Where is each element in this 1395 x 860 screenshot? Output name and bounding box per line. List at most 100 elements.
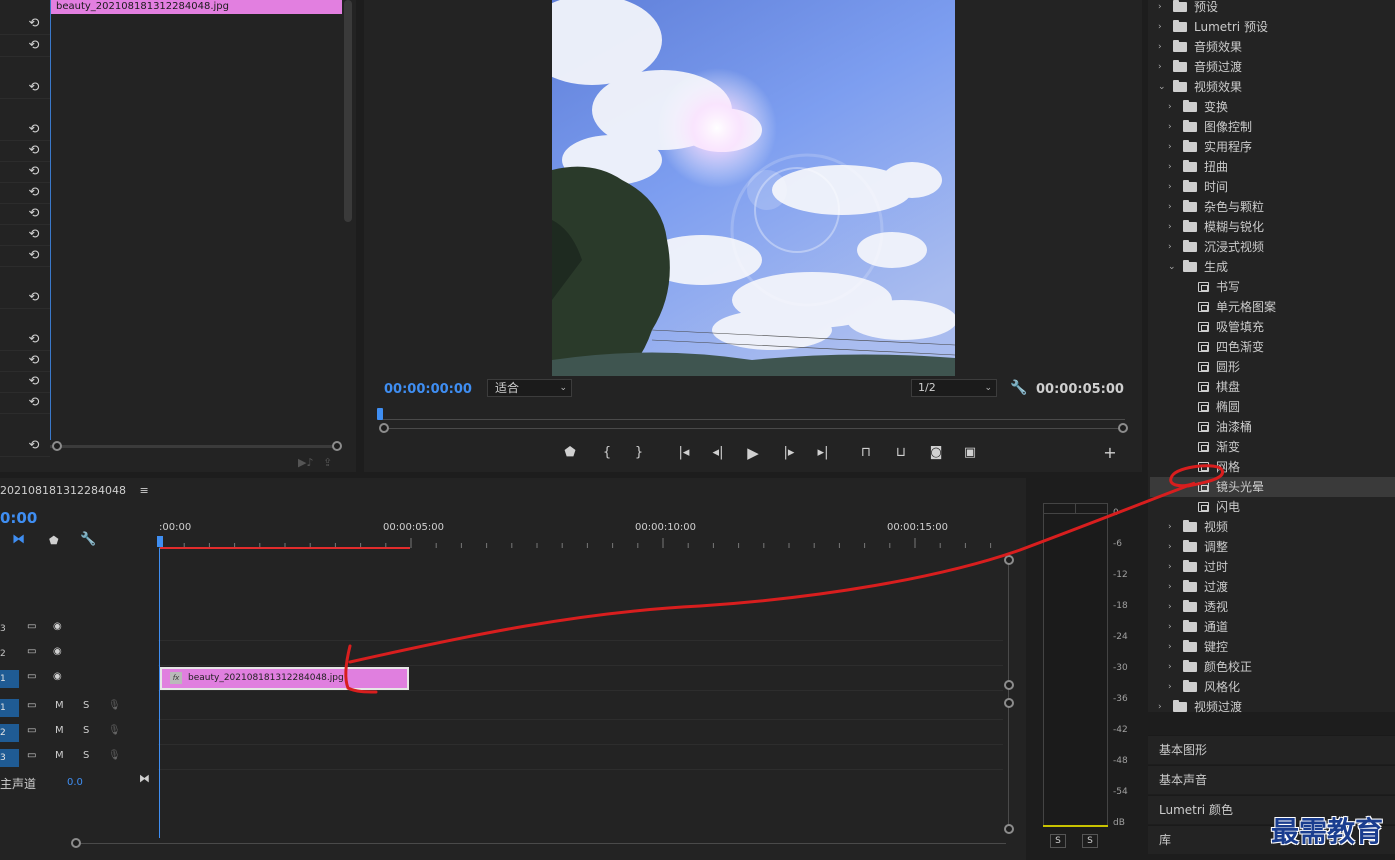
- solo-button[interactable]: S: [83, 725, 89, 736]
- effects-folder[interactable]: › 图像控制: [1150, 117, 1395, 137]
- snap-icon[interactable]: ⧓: [12, 532, 25, 547]
- sync-lock-icon[interactable]: ▭: [27, 725, 36, 736]
- effects-folder[interactable]: ⌄ 视频效果: [1150, 77, 1395, 97]
- scroll-handle-right[interactable]: [332, 441, 342, 451]
- program-monitor-video-frame[interactable]: [552, 0, 955, 376]
- timeline-vertical-scrollbar[interactable]: [1008, 560, 1009, 828]
- solo-button[interactable]: S: [83, 700, 89, 711]
- chevron-right-icon[interactable]: ›: [1158, 697, 1162, 717]
- chevron-right-icon[interactable]: ›: [1168, 557, 1172, 577]
- track-target-a2[interactable]: 2: [0, 724, 19, 742]
- track-row-v3[interactable]: 3 ▭ ◉: [0, 617, 1003, 641]
- timeline-timecode[interactable]: 0:00: [0, 509, 37, 527]
- track-target-v3[interactable]: 3: [0, 620, 19, 638]
- vscroll-handle-mid[interactable]: [1004, 680, 1014, 690]
- solo-right-button[interactable]: S: [1082, 834, 1098, 848]
- reset-icon[interactable]: ⟲: [26, 143, 42, 159]
- effects-folder[interactable]: › 调整: [1150, 537, 1395, 557]
- chevron-right-icon[interactable]: ›: [1158, 37, 1162, 57]
- master-volume-value[interactable]: 0.0: [67, 777, 83, 788]
- effect-item[interactable]: 单元格图案: [1150, 297, 1395, 317]
- effects-folder[interactable]: › 实用程序: [1150, 137, 1395, 157]
- reset-icon[interactable]: ⟲: [26, 374, 42, 390]
- track-row-a2[interactable]: 2 ▭ M S 🎙: [0, 721, 1003, 745]
- camera-icon[interactable]: ◙: [926, 444, 946, 462]
- resolution-dropdown[interactable]: 1/2 ⌄: [911, 379, 997, 397]
- effects-folder[interactable]: › 音频效果: [1150, 37, 1395, 57]
- track-target-v1[interactable]: 1: [0, 670, 19, 688]
- chevron-right-icon[interactable]: ›: [1168, 657, 1172, 677]
- effects-folder[interactable]: › 风格化: [1150, 677, 1395, 697]
- effect-item[interactable]: 椭圆: [1150, 397, 1395, 417]
- effects-folder[interactable]: › 过时: [1150, 557, 1395, 577]
- reset-icon[interactable]: ⟲: [26, 290, 42, 306]
- chevron-right-icon[interactable]: ›: [1168, 517, 1172, 537]
- scroll-handle-left[interactable]: [52, 441, 62, 451]
- program-current-timecode[interactable]: 00:00:00:00: [384, 382, 472, 397]
- program-zoom-scrollbar[interactable]: [385, 428, 1121, 429]
- chevron-right-icon[interactable]: ›: [1158, 17, 1162, 37]
- effects-folder[interactable]: ⌄ 生成: [1150, 257, 1395, 277]
- mute-button[interactable]: M: [55, 750, 64, 761]
- effect-controls-clip-bar[interactable]: beauty_202108181312284048.jpg: [51, 0, 342, 14]
- reset-icon[interactable]: ⟲: [26, 122, 42, 138]
- effect-controls-horizontal-scrollbar[interactable]: [50, 445, 340, 448]
- sequence-tab[interactable]: 202108181312284048 ≡: [0, 484, 149, 497]
- vscroll-handle-mid2[interactable]: [1004, 698, 1014, 708]
- dock-tab-essential-sound[interactable]: 基本声音: [1148, 765, 1395, 794]
- effect-item[interactable]: 镜头光晕: [1150, 477, 1395, 497]
- track-row-a1[interactable]: 1 ▭ M S 🎙: [0, 696, 1003, 720]
- chevron-right-icon[interactable]: ›: [1168, 177, 1172, 197]
- chevron-down-icon[interactable]: ⌄: [1168, 257, 1176, 277]
- microphone-icon[interactable]: 🎙: [108, 700, 121, 711]
- mark-in-icon[interactable]: {: [597, 444, 617, 462]
- effects-folder[interactable]: › 预设: [1150, 0, 1395, 17]
- chevron-right-icon[interactable]: ›: [1168, 97, 1172, 117]
- effects-folder[interactable]: › 扭曲: [1150, 157, 1395, 177]
- menu-icon[interactable]: ≡: [139, 484, 148, 497]
- reset-icon[interactable]: ⟲: [26, 16, 42, 32]
- compare-icon[interactable]: ▣: [960, 444, 980, 462]
- effect-item[interactable]: 四色渐变: [1150, 337, 1395, 357]
- effects-folder[interactable]: › 时间: [1150, 177, 1395, 197]
- effects-folder[interactable]: › 杂色与颗粒: [1150, 197, 1395, 217]
- track-target-v2[interactable]: 2: [0, 645, 19, 663]
- vscroll-handle-top[interactable]: [1004, 555, 1014, 565]
- reset-icon[interactable]: ⟲: [26, 227, 42, 243]
- chevron-right-icon[interactable]: ›: [1168, 117, 1172, 137]
- effects-folder[interactable]: › 沉浸式视频: [1150, 237, 1395, 257]
- hscroll-handle-left[interactable]: [71, 838, 81, 848]
- effect-item[interactable]: 棋盘: [1150, 377, 1395, 397]
- track-row-v2[interactable]: 2 ▭ ◉: [0, 642, 1003, 666]
- sync-lock-icon[interactable]: ▭: [27, 750, 36, 761]
- marker-icon[interactable]: ⬟: [560, 444, 580, 462]
- reset-icon[interactable]: ⟲: [26, 164, 42, 180]
- eye-icon[interactable]: ◉: [53, 646, 62, 657]
- microphone-icon[interactable]: 🎙: [108, 725, 121, 736]
- track-row-v1[interactable]: 1 ▭ ◉: [0, 667, 1003, 691]
- track-target-a1[interactable]: 1: [0, 699, 19, 717]
- effects-folder[interactable]: › 视频: [1150, 517, 1395, 537]
- go-to-out-icon[interactable]: ▸|: [813, 444, 833, 462]
- program-time-ruler[interactable]: [380, 412, 1125, 420]
- reset-icon[interactable]: ⟲: [26, 248, 42, 264]
- chevron-right-icon[interactable]: ›: [1168, 617, 1172, 637]
- export-icon[interactable]: ⇪: [323, 456, 332, 469]
- reset-icon[interactable]: ⟲: [26, 332, 42, 348]
- vscroll-handle-bottom[interactable]: [1004, 824, 1014, 834]
- zoom-handle-right[interactable]: [1118, 423, 1128, 433]
- solo-left-button[interactable]: S: [1050, 834, 1066, 848]
- chevron-right-icon[interactable]: ›: [1168, 217, 1172, 237]
- chevron-right-icon[interactable]: ›: [1168, 637, 1172, 657]
- program-playhead[interactable]: [377, 408, 383, 420]
- filter-audio-icon[interactable]: ▶♪: [298, 456, 313, 469]
- effect-item[interactable]: 渐变: [1150, 437, 1395, 457]
- effects-folder[interactable]: › 键控: [1150, 637, 1395, 657]
- reset-icon[interactable]: ⟲: [26, 353, 42, 369]
- effects-folder[interactable]: › 视频过渡: [1150, 697, 1395, 717]
- microphone-icon[interactable]: 🎙: [108, 750, 121, 761]
- effect-item[interactable]: 吸管填充: [1150, 317, 1395, 337]
- chevron-right-icon[interactable]: ›: [1158, 0, 1162, 17]
- chevron-right-icon[interactable]: ›: [1168, 677, 1172, 697]
- effects-folder[interactable]: › 通道: [1150, 617, 1395, 637]
